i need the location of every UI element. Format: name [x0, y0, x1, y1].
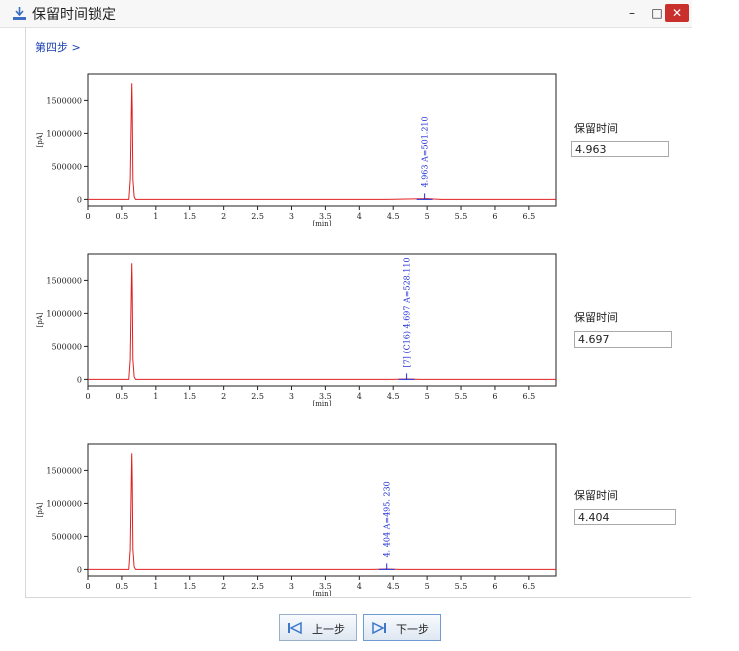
y-tick-label: 1500000: [46, 466, 82, 475]
retention-time-label-1: 保留时间: [574, 122, 618, 135]
x-tick-label: 0: [85, 582, 90, 591]
x-tick-label: 2.5: [251, 212, 264, 221]
x-tick-label: 4: [357, 582, 362, 591]
x-tick-label: 1.5: [183, 392, 196, 401]
y-tick-label: 1500000: [46, 276, 82, 285]
x-tick-label: 2: [221, 582, 226, 591]
peak-annotation: [7] (C16) 4.697 A=528.110: [403, 257, 412, 367]
y-tick-label: 500000: [51, 342, 82, 351]
x-tick-label: 0.5: [116, 392, 129, 401]
y-axis-label: [pA]: [36, 312, 44, 327]
plot-frame: [87, 443, 557, 577]
y-axis-label: [pA]: [36, 132, 44, 147]
x-tick-label: 6.5: [523, 212, 536, 221]
retention-time-label-2: 保留时间: [574, 311, 618, 324]
next-step-label: 下一步: [396, 623, 429, 636]
y-tick-label: 0: [77, 375, 82, 384]
x-tick-label: 5.5: [455, 582, 468, 591]
x-tick-label: 6.5: [523, 392, 536, 401]
y-tick-label: 1500000: [46, 96, 82, 105]
x-tick-label: 2: [221, 212, 226, 221]
x-axis-label: [min]: [313, 590, 332, 596]
x-tick-label: 4: [357, 392, 362, 401]
x-tick-label: 4.5: [387, 582, 400, 591]
dialog-window: 保留时间锁定 – □ ✕ 第四步 > 0 500000 1000000 1500000…: [0, 0, 692, 651]
next-step-button[interactable]: 下一步: [363, 614, 441, 641]
x-tick-label: 0.5: [116, 582, 129, 591]
y-tick-label: 0: [77, 195, 82, 204]
x-tick-label: 3: [289, 392, 294, 401]
x-tick-label: 5.5: [455, 212, 468, 221]
x-tick-label: 6.5: [523, 582, 536, 591]
retention-time-input-1[interactable]: [571, 141, 669, 157]
chromatogram-chart-3: 0500000100000015000000 0.5 1 1.5 2 2.5 3 3.5 4 4.…: [36, 443, 557, 596]
x-tick-label: 4: [357, 212, 362, 221]
x-tick-label: 5: [425, 212, 430, 221]
chromatogram-chart-1: 0500000100000015000000 0.5 1 1.5 2 2.5 3 3.5 4 4.…: [36, 73, 557, 226]
plot-frame: [87, 253, 557, 387]
y-tick-label: 1000000: [46, 499, 82, 508]
x-tick-label: 2.5: [251, 392, 264, 401]
x-tick-label: 5: [425, 392, 430, 401]
x-tick-label: 6: [492, 582, 497, 591]
x-tick-label: 0: [85, 392, 90, 401]
retention-time-input-3[interactable]: [574, 509, 676, 525]
x-tick-label: 2: [221, 392, 226, 401]
y-tick-label: 500000: [51, 532, 82, 541]
x-tick-label: 1.5: [183, 582, 196, 591]
title-bar[interactable]: 保留时间锁定 – □ ✕: [0, 0, 692, 28]
window-app-icon: [13, 7, 26, 20]
x-tick-label: 1: [153, 582, 158, 591]
previous-step-label: 上一步: [312, 623, 345, 636]
skip-back-icon: [288, 621, 302, 635]
x-tick-label: 4.5: [387, 392, 400, 401]
peak-annotation: 4.963 A=501.210: [421, 116, 430, 187]
x-tick-label: 2.5: [251, 582, 264, 591]
y-tick-label: 500000: [51, 162, 82, 171]
window-title: 保留时间锁定: [32, 7, 116, 23]
x-tick-label: 1: [153, 212, 158, 221]
breadcrumb-step[interactable]: 第四步 >: [35, 39, 81, 55]
x-tick-label: 1: [153, 392, 158, 401]
x-tick-label: 4.5: [387, 212, 400, 221]
x-axis-label: [min]: [313, 400, 332, 406]
x-tick-label: 3: [289, 212, 294, 221]
x-tick-label: 6: [492, 212, 497, 221]
plot-frame: [87, 73, 557, 207]
x-tick-label: 1.5: [183, 212, 196, 221]
y-tick-label: 0: [77, 565, 82, 574]
x-tick-label: 0: [85, 212, 90, 221]
minimize-button[interactable]: –: [621, 4, 643, 22]
chromatogram-chart-2: 0500000100000015000000 0.5 1 1.5 2 2.5 3 3.5 4 4.…: [36, 253, 557, 406]
y-tick-label: 1000000: [46, 129, 82, 138]
y-tick-label: 1000000: [46, 309, 82, 318]
peak-annotation: 4. 404 A=495. 230: [383, 481, 392, 557]
previous-step-button[interactable]: 上一步: [279, 614, 357, 641]
retention-time-label-3: 保留时间: [574, 489, 618, 502]
x-tick-label: 5: [425, 582, 430, 591]
y-axis-label: [pA]: [36, 502, 44, 517]
x-tick-label: 5.5: [455, 392, 468, 401]
x-tick-label: 6: [492, 392, 497, 401]
skip-forward-icon: [372, 621, 386, 635]
close-button[interactable]: ✕: [665, 4, 689, 22]
retention-time-input-2[interactable]: [574, 331, 672, 348]
x-tick-label: 0.5: [116, 212, 129, 221]
x-tick-label: 3: [289, 582, 294, 591]
x-axis-label: [min]: [313, 220, 332, 226]
